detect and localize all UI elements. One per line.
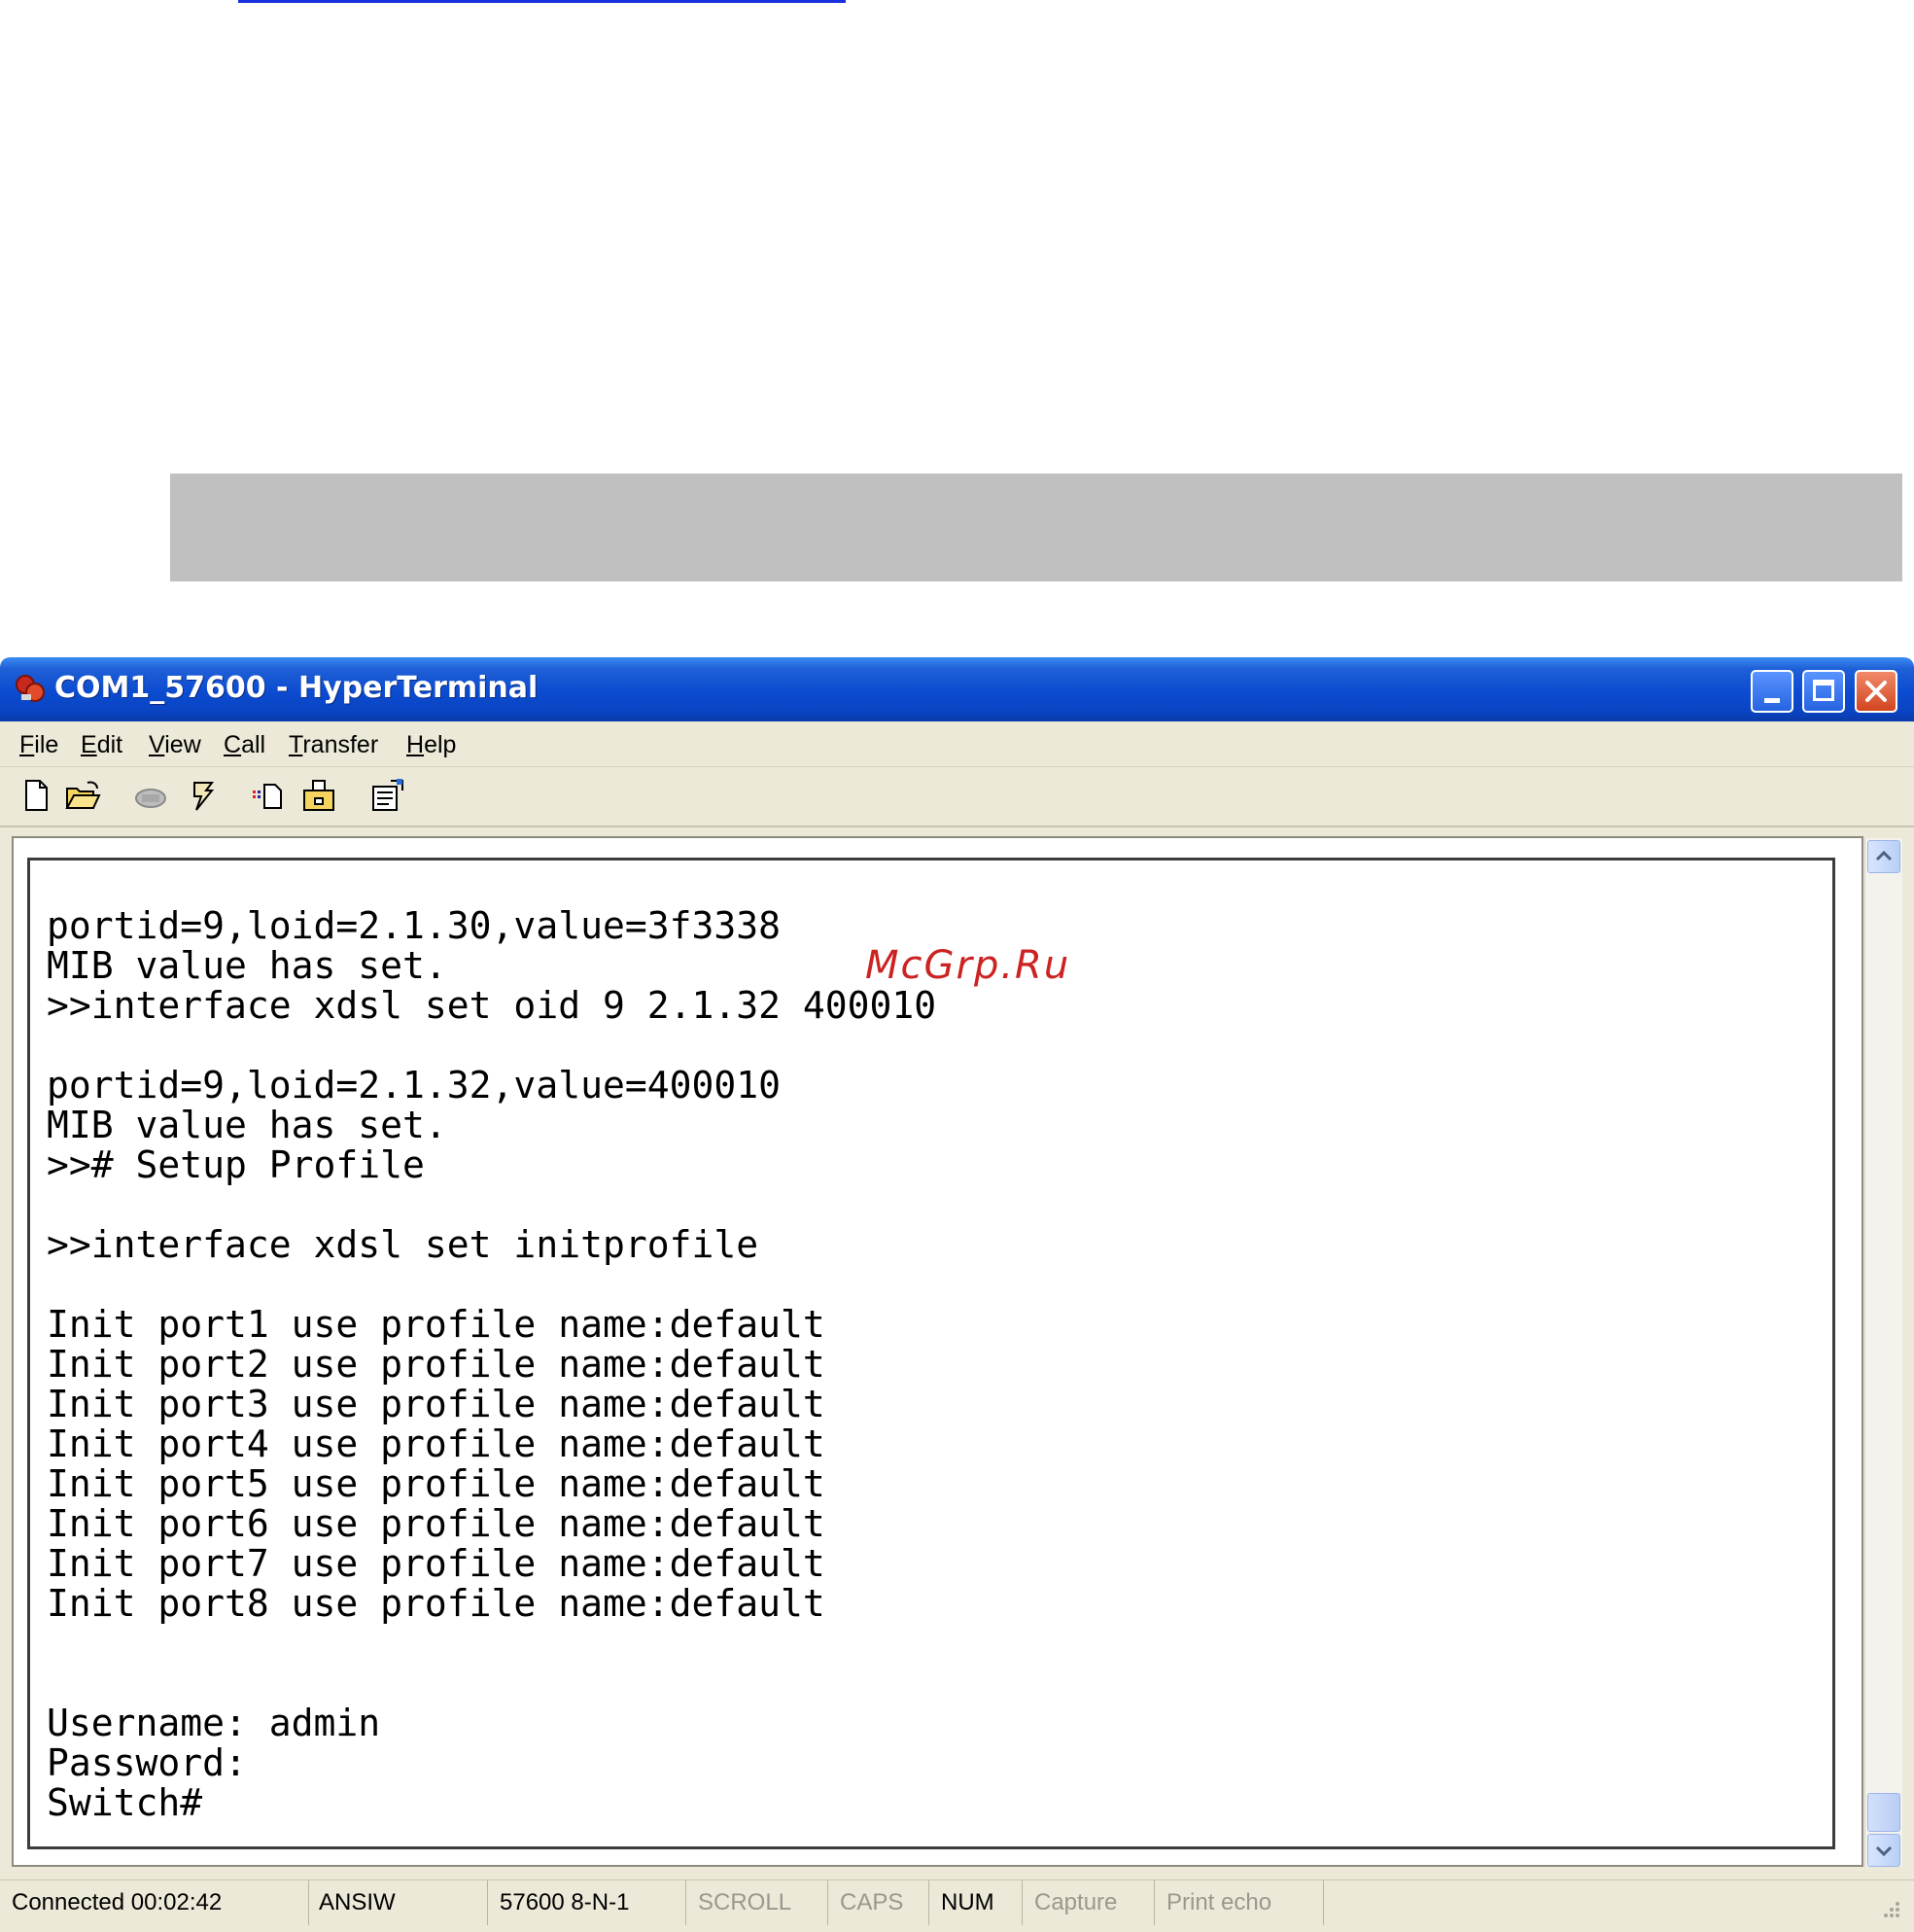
terminal-line: portid=9,loid=2.1.32,value=400010: [47, 1064, 781, 1107]
maximize-icon: [1813, 680, 1834, 701]
status-emulation: ANSIW: [309, 1880, 488, 1925]
chevron-down-icon: [1875, 1845, 1893, 1857]
send-icon[interactable]: [249, 777, 286, 814]
scroll-up-button[interactable]: [1867, 840, 1900, 873]
status-port-settings: 57600 8-N-1: [488, 1880, 686, 1925]
terminal-line: Init port8 use profile name:default: [47, 1582, 825, 1625]
receive-icon[interactable]: [301, 777, 338, 814]
properties-icon[interactable]: [369, 777, 406, 814]
open-icon[interactable]: [64, 777, 101, 814]
terminal-line: MIB value has set.: [47, 944, 447, 987]
menu-help[interactable]: Help: [406, 731, 456, 759]
window-title: COM1_57600 - HyperTerminal: [54, 671, 539, 705]
hyperterminal-app-icon[interactable]: [14, 673, 47, 704]
toolbar: [0, 767, 1914, 827]
status-capture: Capture: [1023, 1880, 1155, 1925]
close-button[interactable]: [1855, 670, 1897, 713]
minimize-button[interactable]: [1751, 670, 1793, 713]
terminal-line: >>interface xdsl set oid 9 2.1.32 400010: [47, 984, 937, 1027]
disconnect-icon[interactable]: [132, 777, 169, 814]
title-bar[interactable]: COM1_57600 - HyperTerminal: [0, 657, 1914, 721]
top-link-underline: [238, 0, 846, 3]
terminal-line: Password:: [47, 1741, 247, 1784]
status-caps: CAPS: [828, 1880, 929, 1925]
call-icon[interactable]: [185, 777, 222, 814]
terminal-output: portid=9,loid=2.1.30,value=3f3338 MIB val…: [47, 906, 936, 1823]
terminal-line: Init port6 use profile name:default: [47, 1502, 825, 1545]
menu-edit[interactable]: Edit: [81, 731, 122, 759]
terminal-line: Init port5 use profile name:default: [47, 1462, 825, 1505]
resize-grip-icon[interactable]: [1876, 1894, 1901, 1919]
new-icon[interactable]: [17, 777, 54, 814]
menu-call[interactable]: Call: [224, 731, 265, 759]
chevron-up-icon: [1875, 850, 1893, 861]
scroll-down-button[interactable]: [1867, 1834, 1900, 1867]
menu-bar: File Edit View Call Transfer Help: [0, 721, 1914, 767]
status-print-echo: Print echo: [1155, 1880, 1324, 1925]
terminal-line: >># Setup Profile: [47, 1143, 425, 1186]
terminal-line: Init port1 use profile name:default: [47, 1303, 825, 1346]
terminal-line: Init port3 use profile name:default: [47, 1383, 825, 1425]
vertical-scrollbar[interactable]: [1864, 838, 1902, 1867]
close-icon: [1865, 681, 1887, 702]
minimize-icon: [1764, 698, 1780, 703]
menu-transfer[interactable]: Transfer: [289, 731, 378, 759]
status-num: NUM: [929, 1880, 1023, 1925]
terminal-line: portid=9,loid=2.1.30,value=3f3338: [47, 904, 781, 947]
status-connected: Connected 00:02:42: [0, 1880, 309, 1925]
menu-view[interactable]: View: [149, 731, 201, 759]
gray-banner: [170, 474, 1902, 581]
terminal-line: Init port4 use profile name:default: [47, 1423, 825, 1465]
maximize-button[interactable]: [1802, 670, 1845, 713]
status-bar: Connected 00:02:42 ANSIW 57600 8-N-1 SCR…: [0, 1879, 1914, 1925]
status-scroll: SCROLL: [686, 1880, 828, 1925]
menu-file[interactable]: File: [19, 731, 58, 759]
terminal-line: Init port7 use profile name:default: [47, 1542, 825, 1585]
scroll-thumb[interactable]: [1867, 1793, 1900, 1832]
terminal-line: MIB value has set.: [47, 1104, 447, 1146]
watermark-text: McGrp.Ru: [865, 943, 1071, 988]
terminal-line: >>interface xdsl set initprofile: [47, 1223, 759, 1266]
terminal-line: Init port2 use profile name:default: [47, 1343, 825, 1386]
terminal-line: Username: admin: [47, 1702, 381, 1744]
terminal-line: Switch#: [47, 1781, 203, 1824]
